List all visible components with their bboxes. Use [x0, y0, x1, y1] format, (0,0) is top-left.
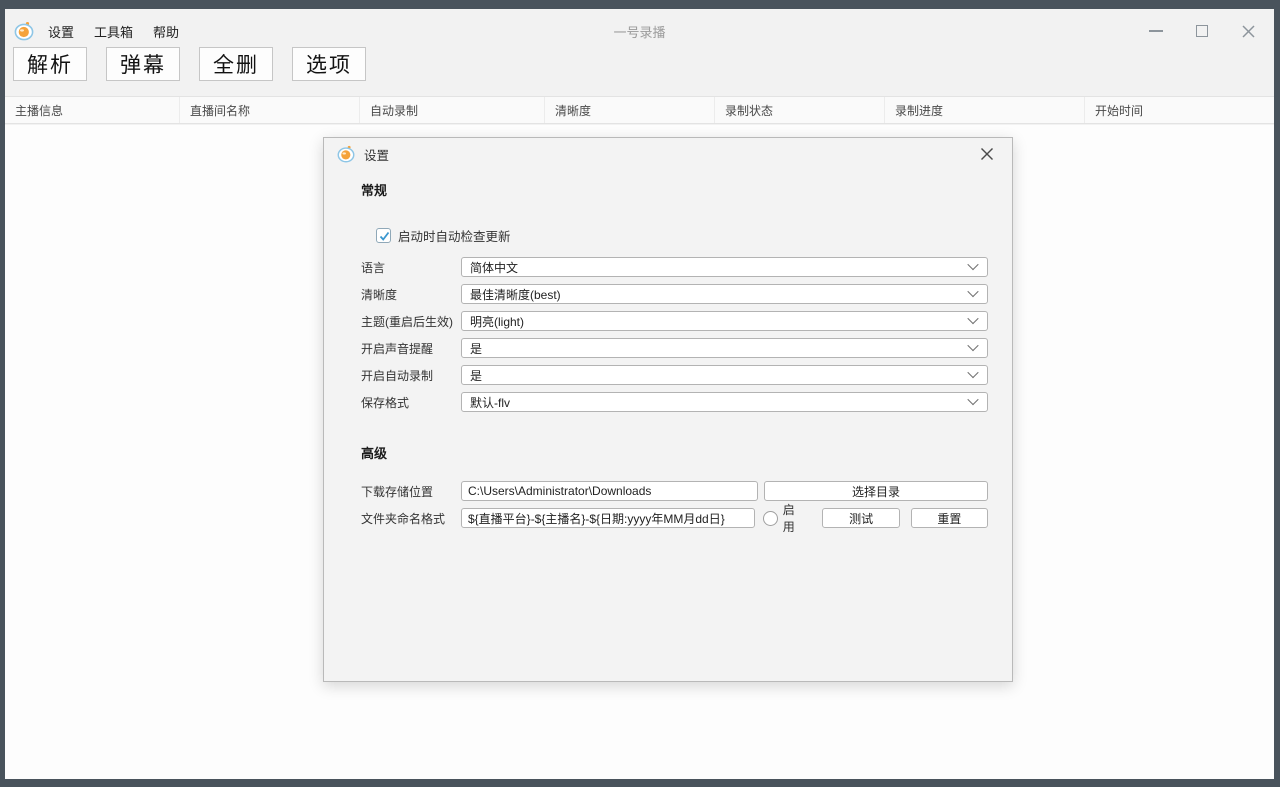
maximize-icon [1196, 25, 1208, 37]
options-button[interactable]: 选项 [292, 47, 366, 81]
dialog-title: 设置 [364, 148, 390, 163]
close-button[interactable] [1240, 23, 1256, 39]
theme-value: 明亮(light) [470, 314, 525, 329]
sound-alert-label: 开启声音提醒 [361, 341, 434, 356]
table-header: 主播信息 直播间名称 自动录制 清晰度 录制状态 录制进度 开始时间 [5, 96, 1274, 124]
theme-row: 主题(重启后生效) 明亮(light) [361, 311, 988, 331]
menu-item-settings[interactable]: 设置 [42, 18, 80, 45]
quality-select[interactable]: 最佳清晰度(best) [461, 284, 988, 304]
folder-format-row: 文件夹命名格式 启用 测试 重置 [361, 503, 988, 534]
menu-bar: 设置 工具箱 帮助 一号录播 [5, 13, 1274, 49]
close-icon [981, 148, 993, 160]
minimize-icon [1149, 30, 1163, 32]
enable-format-label: 启用 [782, 503, 795, 534]
quality-value: 最佳清晰度(best) [470, 287, 561, 302]
parse-button[interactable]: 解析 [13, 47, 87, 81]
app-icon [337, 145, 355, 163]
column-header-quality[interactable]: 清晰度 [545, 97, 715, 123]
check-icon [379, 231, 390, 241]
save-format-row: 保存格式 默认-flv [361, 392, 988, 412]
folder-format-label: 文件夹命名格式 [361, 511, 446, 526]
language-row: 语言 简体中文 [361, 257, 988, 277]
settings-dialog: 设置 常规 启动时自动检查更新 语言 简体中文 清晰度 最佳清晰度(best) … [323, 137, 1013, 682]
save-format-value: 默认-flv [470, 395, 510, 410]
theme-label: 主题(重启后生效) [361, 314, 453, 329]
save-format-label: 保存格式 [361, 395, 410, 410]
chevron-down-icon [967, 258, 979, 270]
column-header-record-progress[interactable]: 录制进度 [885, 97, 1085, 123]
test-format-button[interactable]: 测试 [822, 508, 900, 528]
danmaku-button[interactable]: 弹幕 [106, 47, 180, 81]
auto-update-checkbox[interactable] [376, 227, 391, 243]
chevron-down-icon [967, 393, 979, 405]
enable-format-radio[interactable] [762, 510, 778, 526]
toolbar: 解析 弹幕 全删 选项 [13, 47, 366, 81]
language-select[interactable]: 简体中文 [461, 257, 988, 277]
download-location-label: 下载存储位置 [361, 484, 434, 499]
window-frame: 设置 工具箱 帮助 一号录播 解析 弹幕 全删 选项 主播信息 直播间名称 自动… [0, 0, 1280, 787]
quality-label: 清晰度 [361, 287, 398, 302]
column-header-room-name[interactable]: 直播间名称 [180, 97, 360, 123]
menu-items: 设置 工具箱 帮助 [42, 18, 193, 45]
download-location-input[interactable] [461, 481, 758, 501]
auto-record-label: 开启自动录制 [361, 368, 434, 383]
column-header-record-status[interactable]: 录制状态 [715, 97, 885, 123]
advanced-section-title: 高级 [361, 446, 388, 461]
column-header-start-time[interactable]: 开始时间 [1085, 97, 1274, 123]
window-title: 一号录播 [613, 24, 666, 40]
folder-format-input[interactable] [461, 508, 755, 528]
theme-select[interactable]: 明亮(light) [461, 311, 988, 331]
sound-alert-value: 是 [470, 341, 483, 356]
reset-format-button[interactable]: 重置 [910, 508, 988, 528]
dialog-close-button[interactable] [978, 145, 996, 163]
chevron-down-icon [967, 366, 979, 378]
dialog-content: 常规 启动时自动检查更新 语言 简体中文 清晰度 最佳清晰度(best) 主题(… [324, 183, 1012, 534]
menu-item-help[interactable]: 帮助 [147, 18, 185, 45]
download-location-row: 下载存储位置 选择目录 [361, 481, 988, 501]
general-section-title: 常规 [361, 183, 388, 198]
minimize-button[interactable] [1148, 23, 1164, 39]
auto-record-value: 是 [470, 368, 483, 383]
window-controls [1148, 13, 1256, 49]
chevron-down-icon [967, 339, 979, 351]
auto-record-select[interactable]: 是 [461, 365, 988, 385]
column-header-streamer-info[interactable]: 主播信息 [5, 97, 180, 123]
chevron-down-icon [967, 312, 979, 324]
auto-update-row: 启动时自动检查更新 [376, 227, 988, 244]
language-label: 语言 [361, 260, 386, 275]
auto-update-label: 启动时自动检查更新 [398, 229, 511, 244]
menu-item-toolbox[interactable]: 工具箱 [88, 18, 139, 45]
language-value: 简体中文 [470, 260, 519, 275]
column-header-auto-record[interactable]: 自动录制 [360, 97, 545, 123]
app-icon [14, 22, 34, 41]
choose-directory-button[interactable]: 选择目录 [764, 481, 988, 501]
close-icon [1241, 24, 1255, 38]
sound-alert-select[interactable]: 是 [461, 338, 988, 358]
quality-row: 清晰度 最佳清晰度(best) [361, 284, 988, 304]
save-format-select[interactable]: 默认-flv [461, 392, 988, 412]
chevron-down-icon [967, 285, 979, 297]
sound-alert-row: 开启声音提醒 是 [361, 338, 988, 358]
delete-all-button[interactable]: 全删 [199, 47, 273, 81]
auto-record-row: 开启自动录制 是 [361, 365, 988, 385]
dialog-titlebar: 设置 [324, 138, 1012, 170]
main-window: 设置 工具箱 帮助 一号录播 解析 弹幕 全删 选项 主播信息 直播间名称 自动… [5, 9, 1274, 779]
maximize-button[interactable] [1194, 23, 1210, 39]
